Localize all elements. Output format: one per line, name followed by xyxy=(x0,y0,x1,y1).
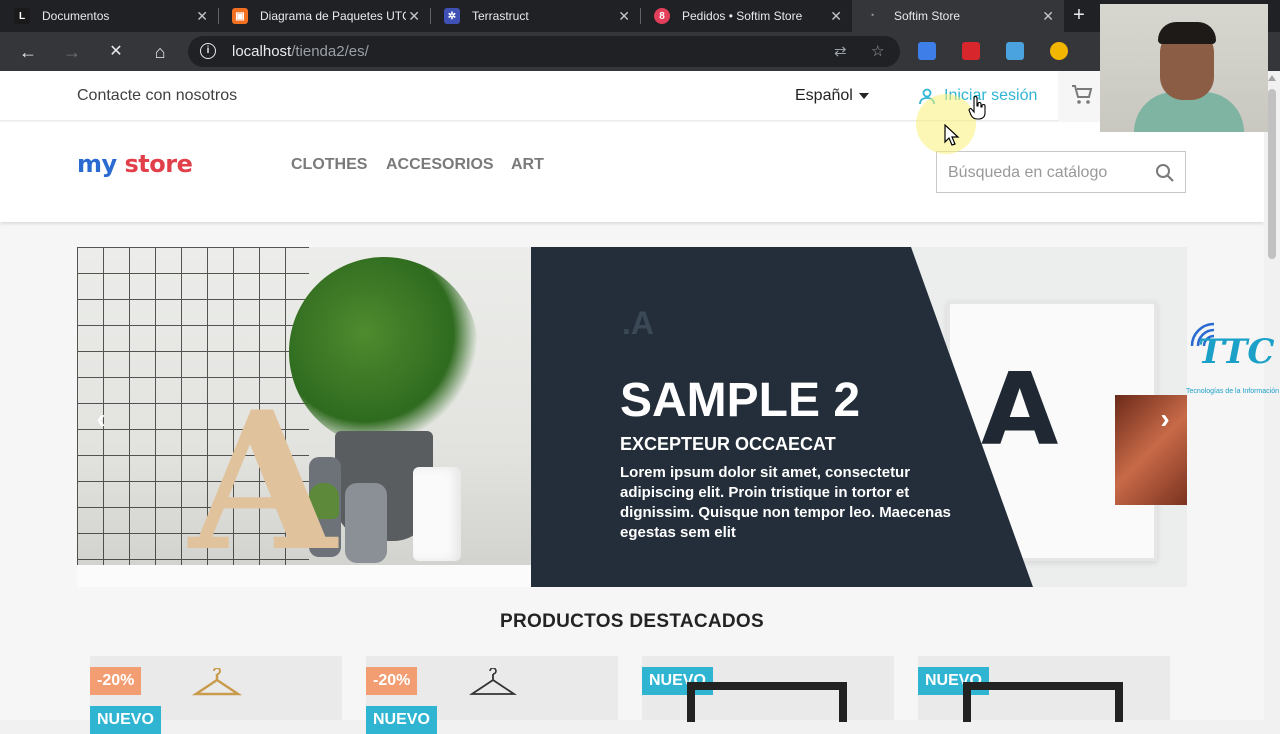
menu-item-accesorios[interactable]: ACCESORIOS xyxy=(386,156,494,174)
carousel-prev-icon[interactable]: ‹ xyxy=(89,405,113,433)
menu-item-clothes[interactable]: CLOTHES xyxy=(291,156,367,174)
caret-down-icon xyxy=(858,92,869,99)
slide-left-photo: A xyxy=(77,247,531,587)
product-card[interactable]: -20% NUEVO xyxy=(90,656,342,734)
puzzle-extension-icon[interactable] xyxy=(1006,42,1024,60)
hero-carousel[interactable]: A A .A SAMPLE 2 EXCEPTEUR OCCAECAT Lorem… xyxy=(77,247,1187,587)
discount-badge: -20% xyxy=(90,667,142,695)
contact-link[interactable]: Contacte con nosotros xyxy=(77,87,237,105)
home-button[interactable]: ⌂ xyxy=(146,38,174,66)
search-input[interactable]: Búsqueda en catálogo xyxy=(936,151,1186,193)
discount-badge: -20% xyxy=(366,667,418,695)
tab-terrastruct[interactable]: ✲ Terrastruct ✕ xyxy=(430,0,640,32)
product-card[interactable]: NUEVO xyxy=(642,656,894,722)
info-icon[interactable]: i xyxy=(200,43,216,59)
tab-diagrama[interactable]: ▣ Diagrama de Paquetes UTC ✕ xyxy=(218,0,430,32)
tab-documentos[interactable]: L Documentos ✕ xyxy=(0,0,218,32)
browser-tab-bar: L Documentos ✕ ▣ Diagrama de Paquetes UT… xyxy=(0,0,1280,32)
top-nav: Contacte con nosotros Español Iniciar se… xyxy=(0,71,1264,121)
slide-title: SAMPLE 2 xyxy=(620,374,861,427)
tab-title: Documentos xyxy=(42,9,110,23)
ttc-caption: Tecnologías de la Información xyxy=(1186,388,1279,395)
webcam-overlay xyxy=(1100,4,1268,132)
pedidos-favicon-icon: 8 xyxy=(654,8,670,24)
brush-extension-icon[interactable] xyxy=(1050,42,1068,60)
tab-title: Softim Store xyxy=(894,9,961,23)
site-header: my store CLOTHES ACCESORIOS ART Búsqueda… xyxy=(0,122,1264,222)
terrastruct-favicon-icon: ✲ xyxy=(444,8,460,24)
address-bar[interactable]: i localhost/tienda2/es/ ⇄ ☆ xyxy=(188,36,900,67)
search-placeholder: Búsqueda en catálogo xyxy=(948,164,1108,181)
wooden-letter-image: A xyxy=(189,370,337,587)
close-icon[interactable]: ✕ xyxy=(830,8,842,24)
menu-item-art[interactable]: ART xyxy=(511,156,544,174)
translate-icon[interactable]: ⇄ xyxy=(834,42,847,60)
loading-favicon-icon: ⠂ xyxy=(870,10,878,22)
store-logo[interactable]: my store xyxy=(77,150,193,178)
scrollbar-thumb[interactable] xyxy=(1268,89,1276,259)
tab-pedidos[interactable]: 8 Pedidos • Softim Store ✕ xyxy=(640,0,852,32)
frame-product-image xyxy=(963,682,1123,722)
diagram-favicon-icon: ▣ xyxy=(232,8,248,24)
language-selector[interactable]: Español xyxy=(795,87,869,105)
poster-letter-image: A xyxy=(981,351,1059,468)
close-icon[interactable]: ✕ xyxy=(408,8,420,24)
new-badge: NUEVO xyxy=(366,706,437,734)
product-card[interactable]: NUEVO xyxy=(918,656,1170,722)
close-icon[interactable]: ✕ xyxy=(1042,8,1054,24)
store-page: Contacte con nosotros Español Iniciar se… xyxy=(0,71,1264,734)
tab-softim-store[interactable]: ⠂ Softim Store ✕ xyxy=(852,0,1064,32)
slide-subtitle: EXCEPTEUR OCCAECAT xyxy=(620,434,836,454)
product-card[interactable]: -20% NUEVO xyxy=(366,656,618,734)
forward-button[interactable]: → xyxy=(58,38,86,66)
hanger-icon xyxy=(192,668,242,696)
slide-text: Lorem ipsum dolor sit amet, consectetur … xyxy=(620,464,951,541)
url-text[interactable]: localhost/tienda2/es/ xyxy=(232,43,369,60)
hanger-icon xyxy=(469,668,517,695)
featured-products-heading: PRODUCTOS DESTACADOS xyxy=(500,611,764,632)
cart-icon xyxy=(1072,85,1093,104)
brand-mark-icon: .A xyxy=(622,305,654,341)
tab-title: Terrastruct xyxy=(472,9,529,23)
stop-button[interactable]: ✕ xyxy=(102,38,130,66)
calendar-extension-icon[interactable] xyxy=(962,42,980,60)
candle-image xyxy=(413,467,461,561)
scroll-up-icon[interactable] xyxy=(1268,75,1276,81)
search-icon[interactable] xyxy=(1155,163,1175,183)
tab-title: Diagrama de Paquetes UTC xyxy=(260,9,406,23)
frame-product-image xyxy=(687,682,847,722)
vase-image xyxy=(345,483,387,563)
bookmark-star-icon[interactable]: ☆ xyxy=(871,42,884,60)
ttc-watermark-logo: TTC Tecnologías de la Información xyxy=(1186,318,1279,398)
shelf xyxy=(77,565,531,587)
close-icon[interactable]: ✕ xyxy=(618,8,630,24)
download-extension-icon[interactable] xyxy=(918,42,936,60)
new-tab-button[interactable]: + xyxy=(1068,4,1090,26)
new-badge: NUEVO xyxy=(90,706,161,734)
carousel-next-icon[interactable]: › xyxy=(1153,405,1177,433)
person-hair xyxy=(1158,22,1216,44)
documentos-favicon-icon: L xyxy=(14,8,30,24)
arrow-cursor-icon xyxy=(944,124,960,146)
browser-toolbar: ← → ✕ ⌂ i localhost/tienda2/es/ ⇄ ☆ xyxy=(0,32,1280,71)
close-icon[interactable]: ✕ xyxy=(196,8,208,24)
tab-title: Pedidos • Softim Store xyxy=(682,9,803,23)
hand-cursor-icon xyxy=(968,96,986,120)
back-button[interactable]: ← xyxy=(14,38,42,66)
